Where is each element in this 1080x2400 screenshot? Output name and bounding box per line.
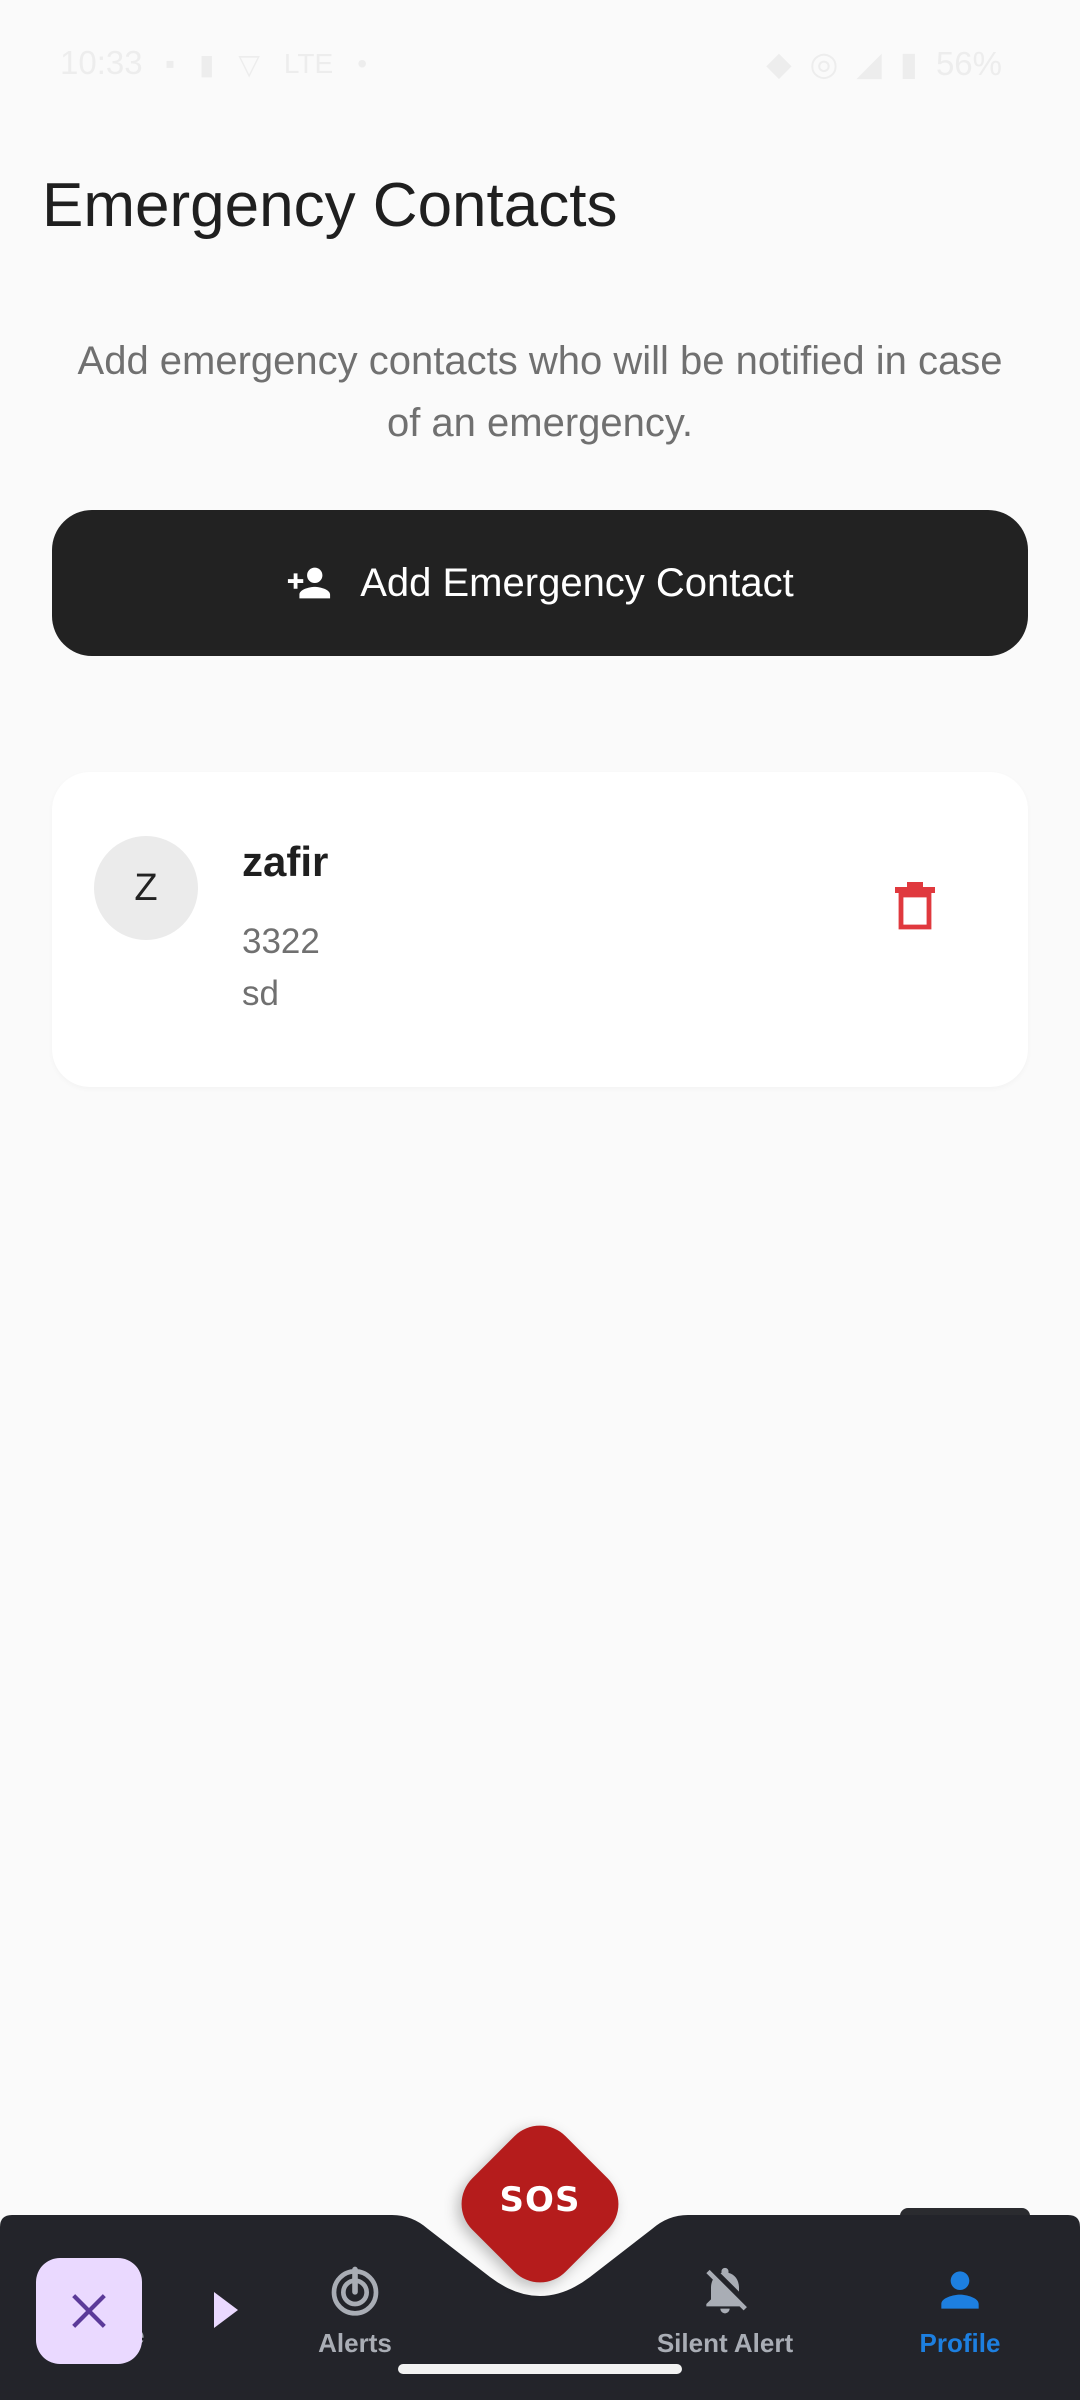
add-emergency-contact-label: Add Emergency Contact (360, 560, 794, 605)
nav-alerts-label: Alerts (318, 2328, 392, 2358)
game-icon: ▪ (165, 48, 175, 79)
add-emergency-contact-button[interactable]: Add Emergency Contact (52, 510, 1028, 656)
overlay-close-button[interactable] (36, 2258, 142, 2364)
nav-silent-alert-label: Silent Alert (656, 2328, 794, 2358)
nav-item-profile[interactable]: Profile (900, 2262, 1020, 2359)
signal-icon: ◢ (856, 45, 882, 82)
bell-off-icon (706, 2267, 747, 2314)
nav-profile-label: Profile (919, 2328, 1001, 2358)
contact-phone: 3322 (242, 922, 320, 961)
battery-icon: ▮ (899, 45, 918, 82)
delete-contact-button[interactable] (878, 870, 952, 944)
nav-item-alerts[interactable]: Alerts (300, 2262, 410, 2359)
page-description: Add emergency contacts who will be notif… (77, 339, 1003, 445)
close-icon (72, 2294, 106, 2328)
hotspot-icon: ◎ (809, 45, 839, 82)
sos-label[interactable]: SOS (470, 2180, 610, 2220)
wifi-icon: ◆ (766, 45, 792, 82)
dot-icon: • (357, 48, 367, 79)
avatar-initial: Z (134, 866, 158, 909)
status-system-icons: ◆ ◎ ◢ ▮ 56% (766, 44, 1002, 83)
expand-arrow-icon[interactable] (214, 2292, 238, 2328)
status-notification-icons: ▪ ▮ ▽ LTE • (165, 48, 367, 81)
contact-relation: sd (242, 974, 279, 1013)
person-add-icon (288, 567, 331, 599)
contact-card: Z zafir 3322 sd (52, 772, 1028, 1087)
battery-percent: 56% (935, 44, 1002, 82)
status-time: 10:33 (60, 44, 143, 81)
vpn-icon: ▽ (238, 49, 260, 80)
person-icon (941, 2271, 979, 2309)
status-bar: 10:33 ▪ ▮ ▽ LTE • ◆ ◎ ◢ ▮ 56% (0, 0, 1080, 130)
gesture-bar[interactable] (398, 2364, 682, 2374)
battery-saver-icon: ▮ (198, 49, 215, 80)
avatar: Z (94, 836, 198, 940)
carrier-label: LTE (283, 48, 334, 79)
trash-icon (895, 882, 935, 930)
nav-item-silent-alert[interactable]: Silent Alert (640, 2262, 810, 2359)
contact-name: zafir (242, 838, 329, 885)
page-title: Emergency Contacts (42, 171, 618, 240)
radar-alert-icon (331, 2266, 379, 2316)
